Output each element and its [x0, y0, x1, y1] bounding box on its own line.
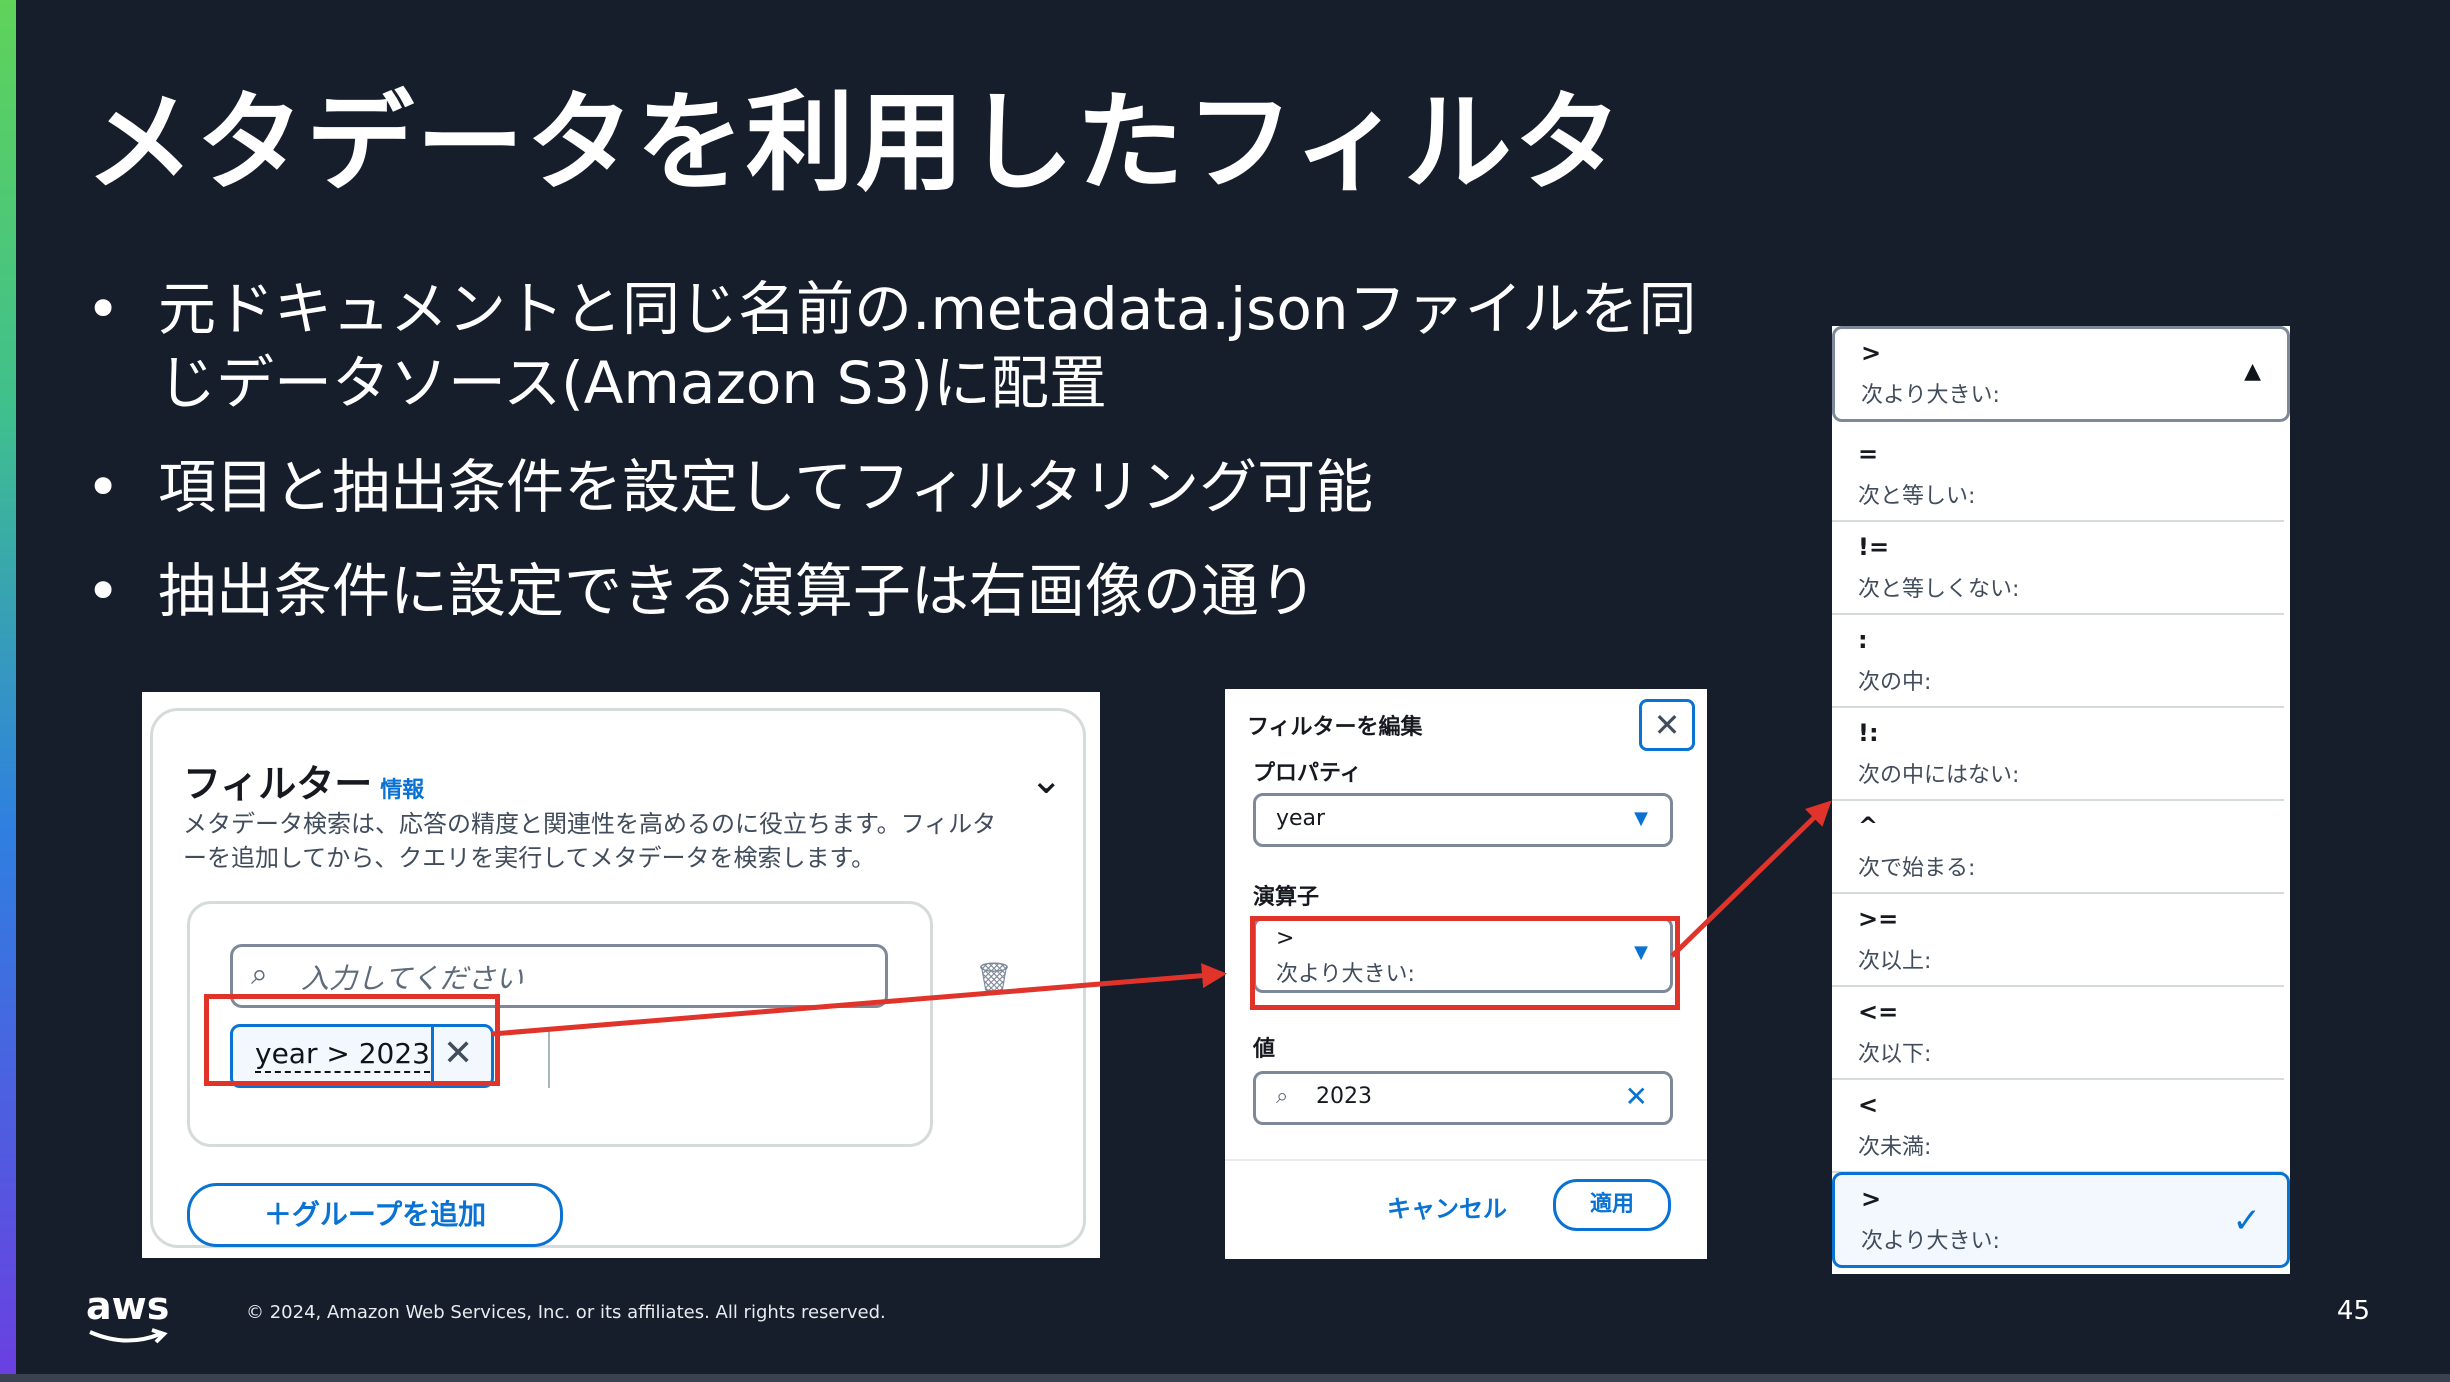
arrow-dialog-to-list	[1670, 800, 1832, 958]
copyright: © 2024, Amazon Web Services, Inc. or its…	[246, 1302, 886, 1323]
annotation-arrows	[491, 800, 1832, 1037]
aws-logo: aws	[86, 1284, 170, 1328]
arrow-token-to-dialog	[491, 963, 1227, 1037]
aws-smile-icon	[89, 1328, 168, 1344]
page-number: 45	[2336, 1296, 2370, 1326]
bottom-border	[0, 1374, 2450, 1382]
